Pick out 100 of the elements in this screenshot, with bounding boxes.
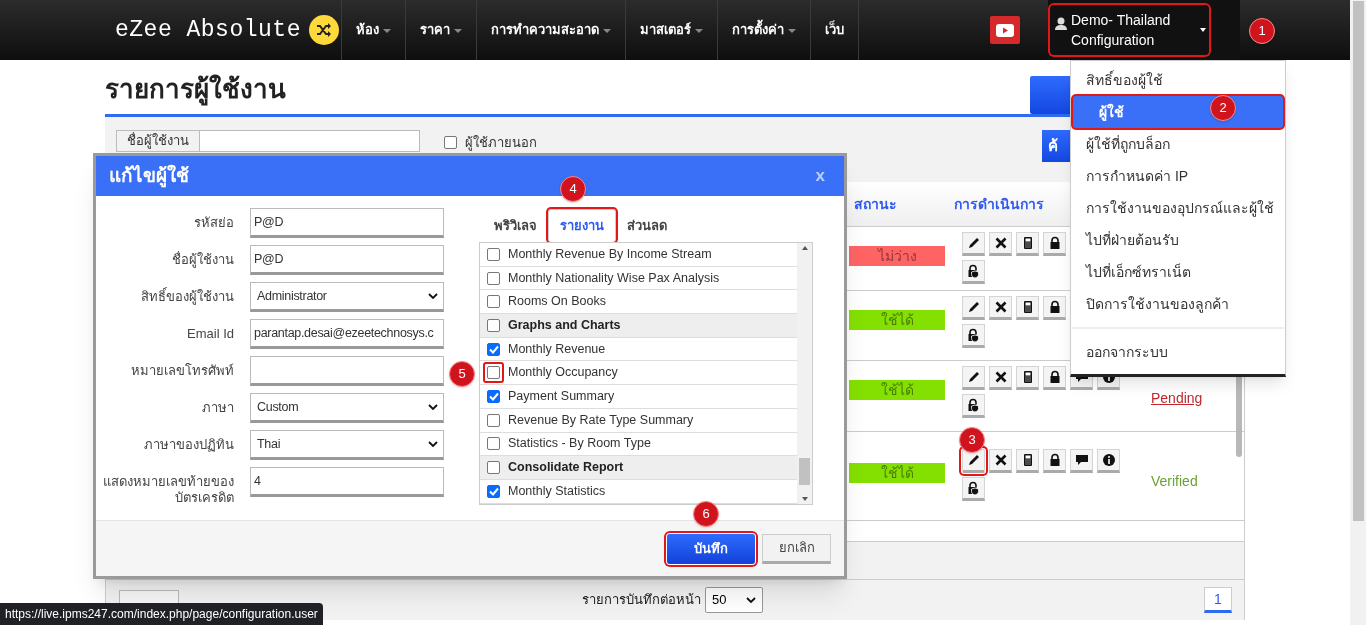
field-label: แสดงหมายเลขท้ายของบัตรเครดิต — [102, 473, 234, 506]
user-name: Configuration — [1071, 31, 1155, 50]
menu-item[interactable]: ปิดการใช้งานของลูกค้า — [1071, 288, 1285, 320]
checkbox[interactable] — [487, 247, 500, 261]
cross-icon — [993, 300, 1008, 314]
video-icon[interactable] — [990, 16, 1020, 44]
logo-text: eZee Absolute — [115, 15, 301, 45]
checkbox-label: Monthly Statistics — [508, 482, 606, 500]
save-button[interactable]: บันทึก — [667, 533, 755, 564]
device-button[interactable] — [1016, 366, 1039, 390]
checkbox[interactable] — [444, 136, 457, 150]
edit-button[interactable] — [962, 296, 985, 320]
caret-icon — [1200, 28, 1206, 32]
per-page-label: รายการบันทึกต่อหน้า — [582, 591, 701, 610]
status-badge: ไม่ว่าง — [849, 246, 945, 266]
delete-button[interactable] — [989, 366, 1012, 390]
per-page-select[interactable]: 50 — [705, 587, 763, 613]
unlock-button[interactable] — [962, 324, 985, 348]
checkbox[interactable] — [487, 484, 500, 498]
lock-shield-icon — [966, 398, 981, 412]
pencil-icon — [966, 370, 981, 384]
menu-item[interactable]: ออกจากระบบ — [1071, 336, 1285, 368]
status-badge: ใช้ได้ — [849, 463, 945, 483]
scrollbar[interactable] — [797, 243, 812, 504]
menu-item[interactable]: การกำหนดค่า IP — [1071, 160, 1285, 192]
input-field[interactable]: 4 — [250, 467, 444, 497]
menu-item[interactable]: ไปที่ฝ่ายต้อนรับ — [1071, 224, 1285, 256]
lock-button[interactable] — [1043, 366, 1066, 390]
checkbox[interactable] — [487, 295, 500, 309]
caret-icon — [453, 29, 462, 33]
info-button[interactable] — [1097, 449, 1120, 473]
menu-item[interactable]: สิทธิ์ของผู้ใช้ — [1071, 64, 1285, 96]
nav-menu-item[interactable]: ห้อง — [340, 0, 405, 60]
tab[interactable]: ส่วนลด — [616, 209, 678, 242]
nav-menu-item[interactable]: การทำความสะอาด — [475, 0, 625, 60]
field-label: ภาษา — [201, 399, 234, 416]
info-icon — [1101, 453, 1116, 467]
tab[interactable]: พริวิเลจ — [483, 209, 548, 242]
checkbox[interactable] — [487, 271, 500, 285]
field-label: สิทธิ์ของผู้ใช้งาน — [140, 286, 234, 305]
shuffle-icon[interactable] — [308, 15, 339, 45]
checkbox-label: Graphs and Charts — [508, 317, 621, 335]
cross-icon — [993, 370, 1008, 384]
cross-icon — [993, 453, 1008, 467]
checkbox[interactable] — [487, 437, 500, 451]
device-button[interactable] — [1016, 232, 1039, 256]
select-field[interactable]: Thai — [250, 430, 444, 460]
unlock-button[interactable] — [962, 394, 985, 418]
menu-item[interactable]: การใช้งานของอุปกรณ์และผู้ใช้ — [1071, 192, 1285, 224]
unlock-button[interactable] — [962, 477, 985, 501]
lock-button[interactable] — [1043, 449, 1066, 473]
checkbox[interactable] — [487, 389, 500, 403]
delete-button[interactable] — [989, 232, 1012, 256]
device-button[interactable] — [1016, 296, 1039, 320]
checkbox-label: Statistics - By Room Type — [508, 435, 651, 453]
checkbox-label: Consolidate Report — [508, 459, 624, 477]
pencil-icon — [966, 300, 981, 314]
input-field[interactable]: P@D — [250, 245, 444, 275]
scrollbar[interactable] — [1350, 0, 1366, 625]
username-filter-field[interactable]: ชื่อผู้ใช้งาน — [116, 130, 420, 152]
checkbox[interactable] — [487, 461, 500, 475]
input-field[interactable]: parantap.desai@ezeetechnosys.c — [250, 319, 444, 349]
caret-icon — [382, 29, 391, 33]
select-field[interactable]: Administrator — [250, 282, 444, 312]
nav-menu-item[interactable]: ราคา — [404, 0, 476, 60]
checkbox[interactable] — [487, 342, 500, 356]
checkbox-label: Rooms On Books — [508, 293, 606, 311]
status-url-tooltip: https://live.ipms247.com/index.php/page/configuration.user — [0, 603, 323, 625]
chevron-down-icon — [428, 293, 438, 299]
edit-button[interactable] — [962, 449, 985, 473]
nav-menu-item[interactable]: มาสเตอร์ — [624, 0, 717, 60]
nav-menu-item[interactable]: การตั้งค่า — [716, 0, 810, 60]
pending-link[interactable]: Pending — [1151, 388, 1203, 409]
speech-bubble-icon — [1074, 453, 1089, 467]
unlock-button[interactable] — [962, 260, 985, 284]
lock-button[interactable] — [1043, 296, 1066, 320]
select-field[interactable]: Custom — [250, 393, 444, 423]
tab[interactable]: รายงาน — [548, 209, 616, 242]
user-name: Demo- Thailand — [1071, 11, 1171, 30]
column-header: สถานะ — [854, 194, 898, 214]
device-button[interactable] — [1016, 449, 1039, 473]
input-field[interactable] — [250, 356, 444, 386]
lock-button[interactable] — [1043, 232, 1066, 256]
checkbox[interactable] — [487, 413, 500, 427]
user-icon — [1055, 16, 1067, 30]
edit-button[interactable] — [962, 366, 985, 390]
pencil-icon — [966, 236, 981, 250]
delete-button[interactable] — [989, 296, 1012, 320]
checkbox-label: ผู้ใช้ภายนอก — [465, 134, 537, 153]
field-label: ภาษาของปฏิทิน — [143, 436, 234, 453]
input-field[interactable]: P@D — [250, 208, 444, 238]
page-button[interactable]: 1 — [1204, 587, 1232, 613]
checkbox[interactable] — [487, 318, 500, 332]
delete-button[interactable] — [989, 449, 1012, 473]
verified-text: Verified — [1151, 472, 1198, 491]
nav-menu-item[interactable]: เว็บ — [809, 0, 858, 60]
edit-button[interactable] — [962, 232, 985, 256]
message-button[interactable] — [1070, 449, 1093, 473]
cancel-button[interactable]: ยกเลิก — [762, 533, 831, 564]
menu-item[interactable]: ไปที่เอ็กซ์ทราเน็ต — [1071, 256, 1285, 288]
